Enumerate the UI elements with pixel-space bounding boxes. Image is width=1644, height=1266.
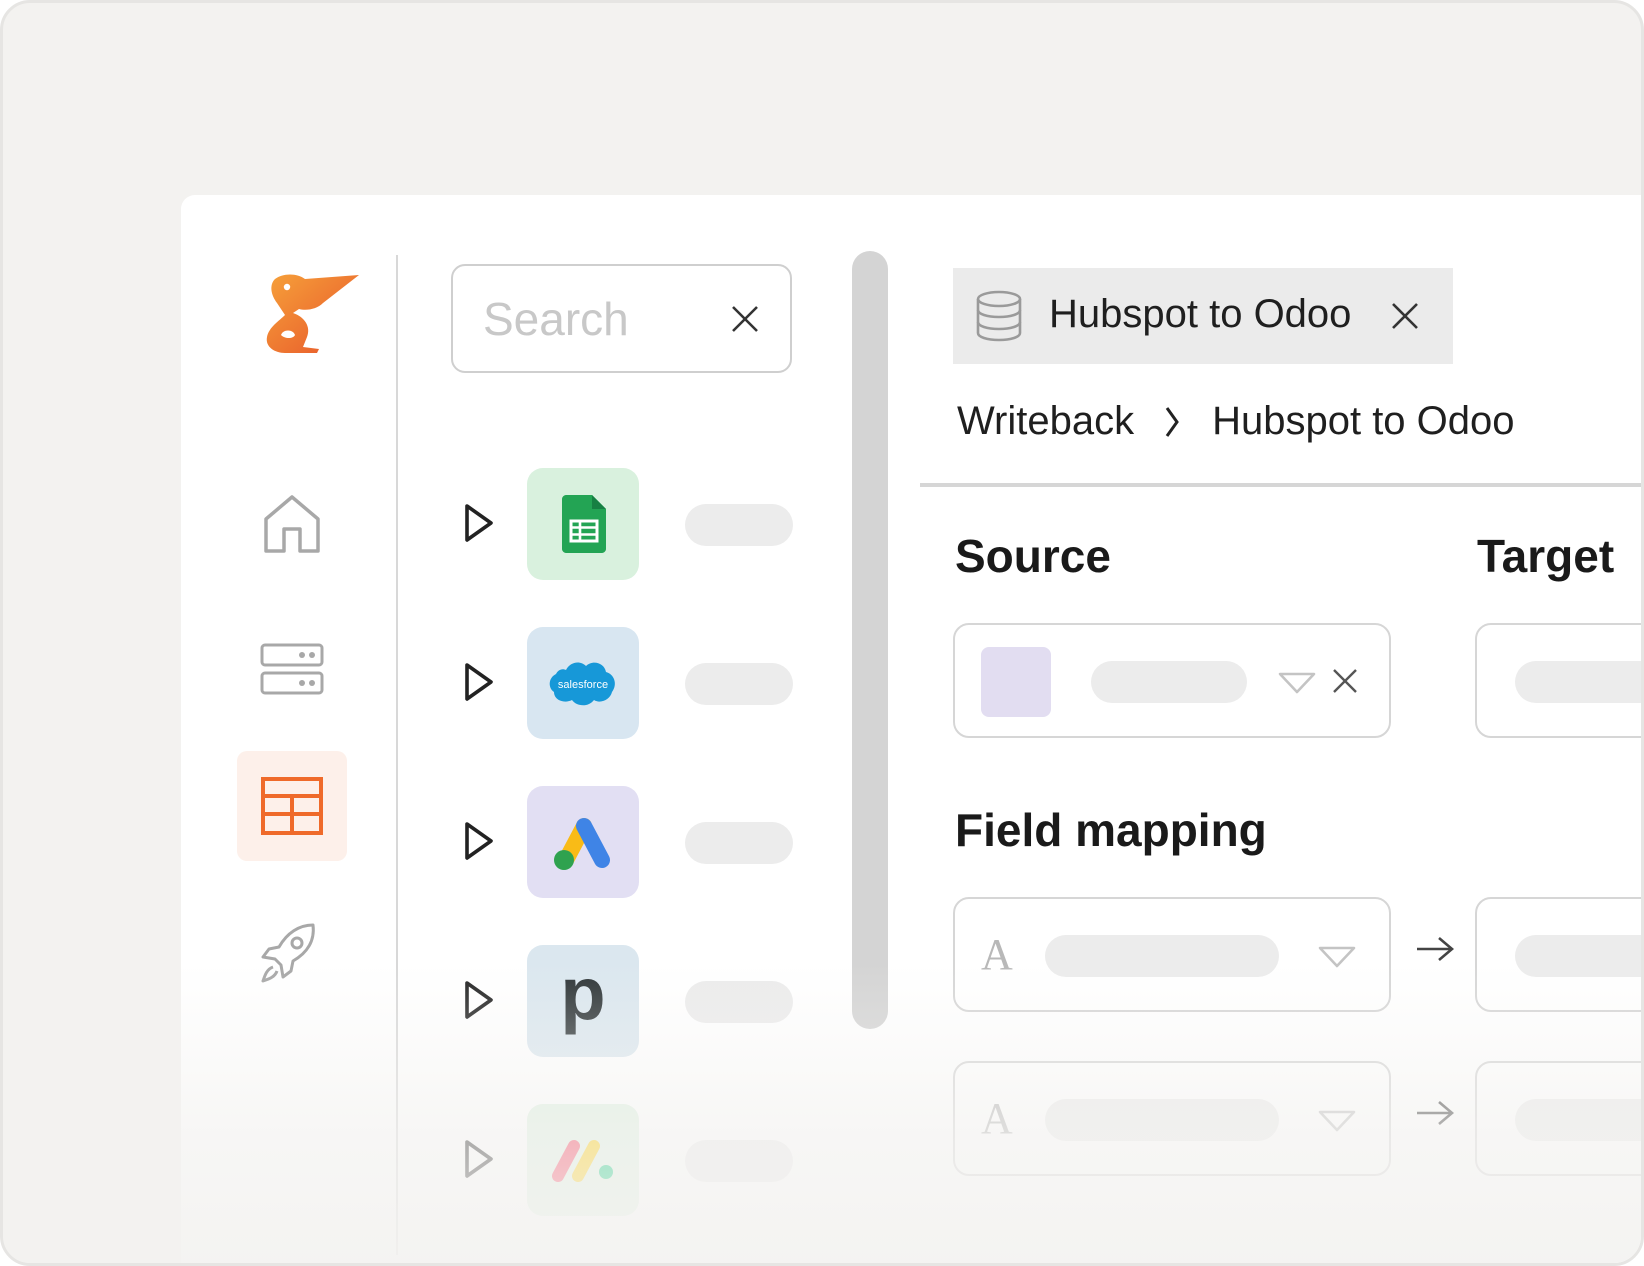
home-icon — [264, 495, 320, 553]
source-app-swatch — [981, 647, 1051, 717]
connector-name-placeholder — [685, 822, 793, 864]
source-field-select[interactable]: A — [953, 1061, 1391, 1176]
nav-tables-button[interactable] — [237, 751, 347, 861]
source-value-placeholder — [1091, 661, 1247, 703]
nav-servers-button[interactable] — [237, 615, 347, 725]
expand-caret-icon[interactable] — [463, 1138, 495, 1180]
dropdown-icon[interactable] — [1317, 1109, 1357, 1133]
pelican-logo-icon — [253, 273, 359, 355]
clear-search-icon[interactable] — [730, 304, 760, 334]
search-input[interactable] — [483, 291, 703, 346]
nav-home-button[interactable] — [237, 469, 347, 579]
arrow-right-icon — [1417, 937, 1455, 961]
connector-search — [451, 264, 792, 373]
chevron-right-icon — [1165, 406, 1179, 437]
source-field-select[interactable]: A — [953, 897, 1391, 1012]
target-field-select[interactable] — [1475, 897, 1641, 1012]
pipedrive-icon: p — [527, 945, 639, 1057]
server-icon — [260, 643, 324, 695]
connector-row-salesforce[interactable]: salesforce — [463, 627, 803, 739]
target-value-placeholder — [1515, 661, 1641, 703]
text-type-icon: A — [981, 930, 1013, 979]
clear-source-icon[interactable] — [1331, 667, 1359, 695]
rocket-icon — [261, 923, 315, 983]
google-sheets-icon — [527, 468, 639, 580]
connector-row-monday[interactable] — [463, 1104, 803, 1216]
app-frame: salesforce p — [0, 0, 1644, 1266]
connector-name-placeholder — [685, 981, 793, 1023]
source-select[interactable] — [953, 623, 1391, 738]
source-field-placeholder — [1045, 935, 1279, 977]
close-tab-icon[interactable] — [1391, 302, 1419, 330]
expand-caret-icon[interactable] — [463, 820, 495, 862]
open-tab[interactable]: Hubspot to Odoo — [953, 268, 1453, 364]
rail-divider — [396, 255, 398, 1255]
connector-row-google-sheets[interactable] — [463, 468, 803, 580]
target-field-select[interactable] — [1475, 1061, 1641, 1176]
breadcrumb-current: Hubspot to Odoo — [1212, 399, 1515, 443]
table-icon — [261, 777, 323, 835]
target-field-placeholder — [1515, 1099, 1641, 1141]
svg-text:salesforce: salesforce — [558, 679, 608, 691]
connector-row-pipedrive[interactable]: p — [463, 945, 803, 1057]
target-heading: Target — [1477, 530, 1615, 582]
connector-name-placeholder — [685, 663, 793, 705]
tab-label: Hubspot to Odoo — [1049, 292, 1352, 336]
text-type-icon: A — [981, 1094, 1013, 1143]
header-divider — [920, 483, 1641, 487]
expand-caret-icon[interactable] — [463, 661, 495, 703]
salesforce-icon: salesforce — [527, 627, 639, 739]
breadcrumb: Writeback Hubspot to Odoo — [957, 399, 1515, 444]
nav-launch-button[interactable] — [233, 897, 343, 1007]
source-heading: Source — [955, 530, 1111, 582]
arrow-right-icon — [1417, 1101, 1455, 1125]
connector-name-placeholder — [685, 504, 793, 546]
monday-icon — [527, 1104, 639, 1216]
connector-name-placeholder — [685, 1140, 793, 1182]
dropdown-icon[interactable] — [1277, 671, 1317, 695]
breadcrumb-parent-link[interactable]: Writeback — [957, 399, 1134, 444]
connector-row-google-ads[interactable] — [463, 786, 803, 898]
expand-caret-icon[interactable] — [463, 979, 495, 1021]
dropdown-icon[interactable] — [1317, 945, 1357, 969]
expand-caret-icon[interactable] — [463, 502, 495, 544]
google-ads-icon — [527, 786, 639, 898]
list-scrollbar[interactable] — [852, 251, 888, 1029]
source-field-placeholder — [1045, 1099, 1279, 1141]
field-mapping-heading: Field mapping — [955, 804, 1267, 856]
database-icon — [976, 290, 1022, 342]
target-field-placeholder — [1515, 935, 1641, 977]
target-select[interactable] — [1475, 623, 1641, 738]
